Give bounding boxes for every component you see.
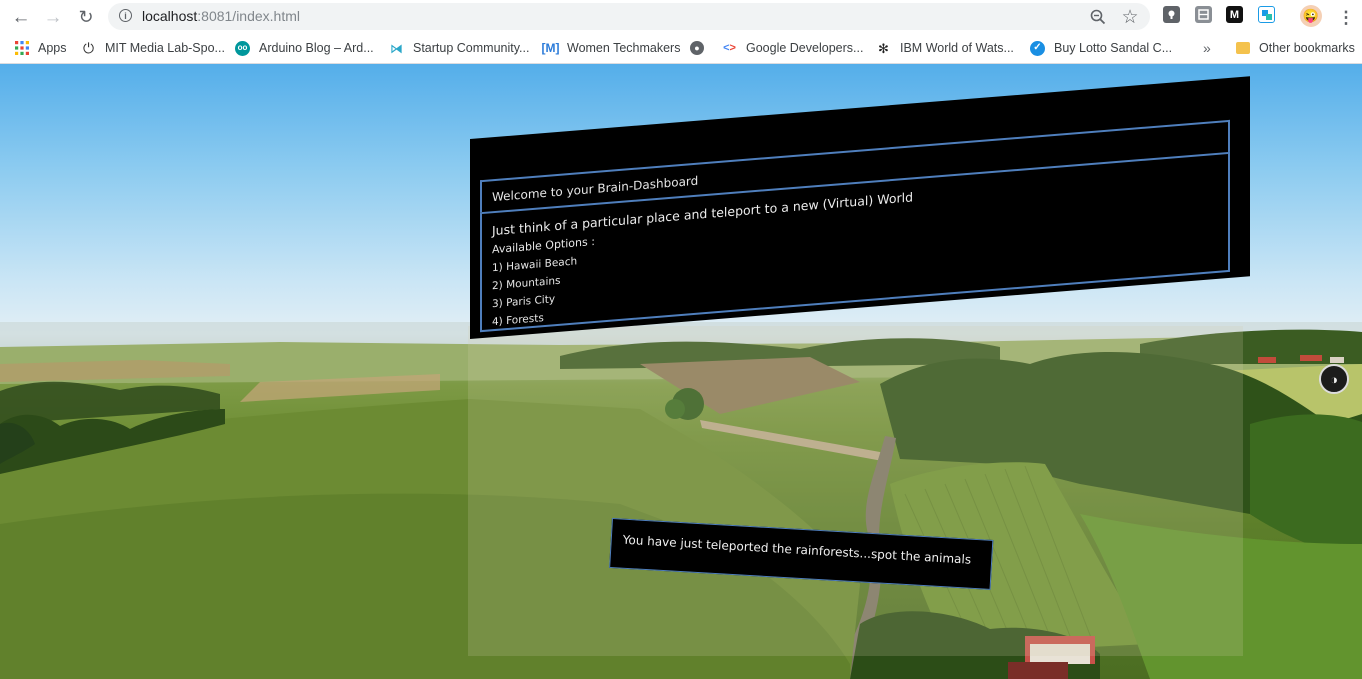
kebab-menu-icon[interactable]: ⋮ xyxy=(1333,4,1359,30)
forward-arrow-icon[interactable]: → xyxy=(40,4,66,30)
bookmark-mit-media-lab[interactable]: ⏻ MIT Media Lab-Spo... xyxy=(81,33,225,63)
google-developers-icon: < > xyxy=(723,41,736,54)
profile-avatar-icon[interactable]: 😜 xyxy=(1300,5,1322,27)
bookmark-women-techmakers[interactable]: [M] Women Techmakers xyxy=(541,33,681,63)
dashboard-option: 1) Hawaii Beach xyxy=(492,255,578,275)
bookmarks-overflow-button[interactable]: » xyxy=(1203,33,1211,63)
check-circle-icon: ✓ xyxy=(1030,40,1045,56)
dashboard-options-label: Available Options : xyxy=(492,234,595,257)
extension-translate-icon[interactable] xyxy=(1258,6,1275,23)
dashboard-option: 4) Forests xyxy=(492,312,544,329)
globe-icon: ● xyxy=(690,41,704,55)
teleport-notice-text: You have just teleported the rainforests… xyxy=(622,532,972,567)
bookmark-apps[interactable]: Apps xyxy=(14,33,67,63)
browser-toolbar: ← → ↻ i localhost:8081/index.html ☆ M 😜 … xyxy=(0,0,1362,33)
folder-icon xyxy=(1236,42,1250,54)
bookmark-startup-community[interactable]: ⧒ Startup Community... xyxy=(389,33,529,63)
bookmark-globe[interactable]: ● xyxy=(690,33,704,63)
address-bar[interactable]: i localhost:8081/index.html ☆ xyxy=(108,3,1150,30)
startup-icon: ⧒ xyxy=(390,40,403,56)
bookmark-other-bookmarks[interactable]: Other bookmarks xyxy=(1236,33,1355,63)
bookmark-star-icon[interactable]: ☆ xyxy=(1120,7,1140,28)
bookmark-label: Buy Lotto Sandal C... xyxy=(1054,41,1173,55)
vr-scene[interactable]: Welcome to your Brain-Dashboard Just thi… xyxy=(0,64,1362,679)
url-path: :8081/index.html xyxy=(197,8,300,24)
bookmark-label: Women Techmakers xyxy=(567,41,681,55)
power-icon: ⏻ xyxy=(82,40,95,56)
bookmark-ibm-watson[interactable]: ✻ IBM World of Wats... xyxy=(876,33,1014,63)
extension-shield-icon[interactable] xyxy=(1163,6,1180,23)
women-techmakers-icon: [M] xyxy=(541,41,560,55)
translucent-panel xyxy=(468,326,1243,656)
bookmarks-bar: Apps ⏻ MIT Media Lab-Spo... oo Arduino B… xyxy=(0,33,1362,64)
apps-grid-icon xyxy=(14,41,29,56)
bookmark-label: Arduino Blog – Ard... xyxy=(259,41,374,55)
url-text[interactable]: localhost:8081/index.html xyxy=(142,8,300,24)
medium-icon[interactable]: M xyxy=(1226,6,1243,23)
zoom-magnifier-icon[interactable] xyxy=(1088,7,1108,27)
bookmark-label: Apps xyxy=(38,41,67,55)
dashboard-option: 2) Mountains xyxy=(492,274,561,293)
extension-puzzle-icon[interactable] xyxy=(1195,6,1212,23)
reload-icon[interactable]: ↻ xyxy=(73,4,99,30)
arduino-icon: oo xyxy=(235,40,250,56)
dashboard-option: 3) Paris City xyxy=(492,293,556,311)
bookmark-label: Google Developers... xyxy=(746,41,864,55)
bookmark-label: Startup Community... xyxy=(413,41,530,55)
bookmark-buy-lotto-sandal[interactable]: ✓ Buy Lotto Sandal C... xyxy=(1030,33,1172,63)
bookmark-google-developers[interactable]: < > Google Developers... xyxy=(722,33,863,63)
site-info-icon[interactable]: i xyxy=(119,9,132,22)
ibm-watson-icon: ✻ xyxy=(878,40,889,56)
bookmark-label: Other bookmarks xyxy=(1259,41,1355,55)
vr-cursor-icon[interactable]: ◑ xyxy=(1319,364,1349,394)
bookmark-label: IBM World of Wats... xyxy=(900,41,1014,55)
bookmark-label: MIT Media Lab-Spo... xyxy=(105,41,225,55)
back-arrow-icon[interactable]: ← xyxy=(8,4,34,30)
bookmark-arduino-blog[interactable]: oo Arduino Blog – Ard... xyxy=(235,33,374,63)
url-host: localhost xyxy=(142,8,198,24)
